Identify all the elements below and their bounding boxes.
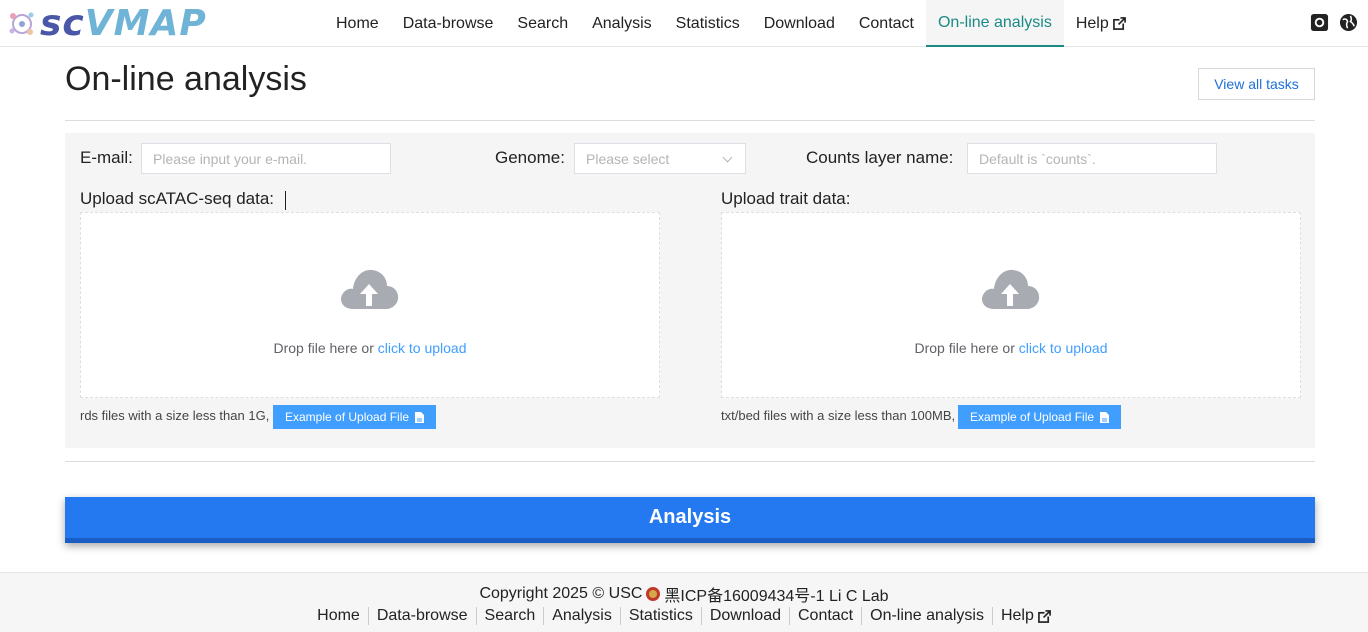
footer-link-home[interactable]: Home — [309, 607, 368, 625]
nav-label: On-line analysis — [937, 13, 1052, 31]
footer-link-download[interactable]: Download — [700, 607, 789, 625]
click-to-upload-link[interactable]: click to upload — [1019, 340, 1108, 356]
nav-label: Home — [336, 14, 379, 32]
upload-trait-label: Upload trait data: — [721, 189, 851, 208]
nav-help[interactable]: Help — [1064, 0, 1138, 47]
counts-layer-field[interactable]: Default is `counts`. — [967, 143, 1217, 174]
example-label: Example of Upload File — [970, 410, 1095, 424]
nav-home[interactable]: Home — [324, 0, 391, 47]
view-all-tasks-button[interactable]: View all tasks — [1198, 68, 1315, 100]
text-cursor — [285, 191, 286, 210]
nav-search[interactable]: Search — [505, 0, 580, 47]
divider — [65, 120, 1315, 121]
copyright: Copyright 2025 © USC 黑ICP备16009434号-1 Li… — [0, 582, 1368, 606]
file-icon — [1100, 411, 1110, 423]
drop-instruction: Drop file here or — [914, 340, 1019, 356]
drop-instruction: Drop file here or — [273, 340, 378, 356]
email-field[interactable]: Please input your e-mail. — [141, 143, 391, 174]
upload-form-panel: E-mail: Please input your e-mail. Genome… — [65, 133, 1315, 448]
nav-label: Download — [763, 14, 835, 32]
cell-logo-icon — [9, 12, 34, 35]
icp-record-link[interactable]: 黑ICP备16009434号-1 Li C Lab — [664, 582, 888, 606]
nav-label: Analysis — [592, 14, 652, 32]
genome-select[interactable]: Please select — [574, 143, 746, 174]
nav-label: Statistics — [675, 14, 740, 32]
nav-statistics[interactable]: Statistics — [664, 0, 752, 47]
github-icon[interactable] — [1310, 13, 1329, 32]
drop-text: Drop file here or click to upload — [81, 340, 659, 356]
click-to-upload-link[interactable]: click to upload — [378, 340, 467, 356]
top-icons — [1310, 13, 1358, 32]
email-label: E-mail: — [80, 148, 133, 167]
globe-icon[interactable] — [1339, 13, 1358, 32]
footer-link-statistics[interactable]: Statistics — [619, 607, 701, 625]
footer-link-contact[interactable]: Contact — [788, 607, 861, 625]
atac-size-hint: rds files with a size less than 1G, — [80, 408, 270, 423]
chevron-down-icon — [722, 152, 733, 163]
footer-link-data-browse[interactable]: Data-browse — [367, 607, 476, 625]
cloud-upload-icon — [982, 269, 1040, 309]
copyright-text: Copyright 2025 © USC — [479, 585, 643, 602]
footer: Copyright 2025 © USC 黑ICP备16009434号-1 Li… — [0, 572, 1368, 632]
atac-example-button[interactable]: Example of Upload File — [273, 405, 437, 429]
file-icon — [415, 411, 425, 423]
footer-link-online-analysis[interactable]: On-line analysis — [861, 607, 992, 625]
logo-sc: sc — [40, 3, 85, 44]
nav-label: Search — [517, 14, 569, 32]
genome-select-value: Please select — [586, 150, 670, 167]
footer-link-search[interactable]: Search — [475, 607, 544, 625]
nav-contact[interactable]: Contact — [847, 0, 926, 47]
trait-example-button[interactable]: Example of Upload File — [958, 405, 1122, 429]
nav-analysis[interactable]: Analysis — [580, 0, 664, 47]
footer-link-help[interactable]: Help — [991, 607, 1059, 625]
genome-label: Genome: — [495, 148, 565, 167]
top-navbar: scVMAP Home Data-browse Search Analysis … — [0, 0, 1368, 47]
external-link-icon — [1037, 609, 1051, 623]
counts-layer-label: Counts layer name: — [806, 148, 954, 167]
analysis-submit-button[interactable]: Analysis — [65, 497, 1315, 543]
main-nav: Home Data-browse Search Analysis Statist… — [324, 0, 1138, 47]
cloud-upload-icon — [341, 269, 399, 309]
footer-link-analysis[interactable]: Analysis — [543, 607, 620, 625]
footer-help-label: Help — [1000, 607, 1034, 624]
nav-online-analysis[interactable]: On-line analysis — [925, 0, 1064, 47]
example-label: Example of Upload File — [285, 410, 410, 424]
external-link-icon — [1112, 17, 1126, 30]
nav-download[interactable]: Download — [752, 0, 847, 47]
logo-text: scVMAP — [40, 4, 207, 44]
divider — [65, 461, 1315, 462]
police-badge-icon — [646, 587, 661, 601]
nav-label: Contact — [858, 14, 914, 32]
nav-data-browse[interactable]: Data-browse — [391, 0, 506, 47]
logo-vmap: VMAP — [84, 3, 207, 44]
upload-atac-label: Upload scATAC-seq data: — [80, 189, 275, 208]
nav-label: Data-browse — [402, 14, 494, 32]
site-logo[interactable]: scVMAP — [4, 4, 207, 44]
trait-dropzone[interactable]: Drop file here or click to upload — [721, 212, 1301, 398]
trait-size-hint: txt/bed files with a size less than 100M… — [721, 408, 956, 423]
page-title: On-line analysis — [65, 60, 307, 98]
drop-text: Drop file here or click to upload — [722, 340, 1300, 356]
footer-links: Home Data-browse Search Analysis Statist… — [0, 607, 1368, 625]
atac-dropzone[interactable]: Drop file here or click to upload — [80, 212, 660, 398]
nav-label: Help — [1075, 14, 1109, 32]
